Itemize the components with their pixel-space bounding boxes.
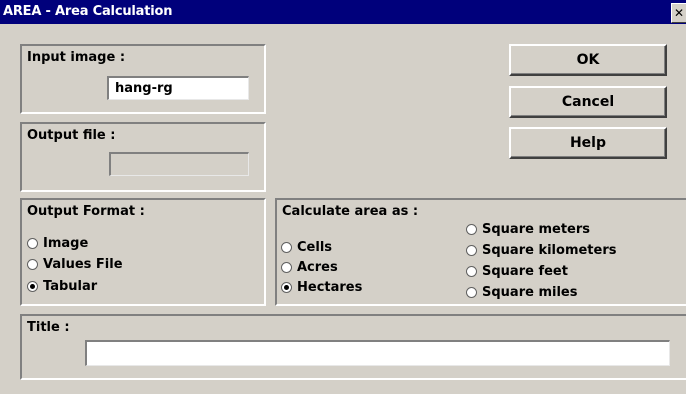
radio-image[interactable]: Image	[27, 236, 88, 251]
calculate-area-label: Calculate area as :	[282, 204, 419, 219]
radio-square-meters-label: Square meters	[482, 222, 590, 237]
radio-acres-label: Acres	[297, 260, 338, 275]
radio-tabular-label: Tabular	[43, 279, 98, 294]
radio-square-kilometers[interactable]: Square kilometers	[466, 243, 616, 258]
ok-button[interactable]: OK	[509, 44, 667, 76]
output-format-group: Output Format : Image Values File Tabula…	[20, 198, 266, 306]
radio-hectares-label: Hectares	[297, 280, 363, 295]
close-icon[interactable]: ✕	[671, 3, 686, 23]
radio-cells[interactable]: Cells	[281, 240, 332, 255]
radio-circle	[281, 242, 292, 253]
radio-square-miles-label: Square miles	[482, 285, 578, 300]
radio-square-kilometers-label: Square kilometers	[482, 243, 617, 258]
radio-circle	[27, 238, 38, 249]
radio-circle-checked	[27, 281, 38, 292]
radio-circle-checked	[281, 282, 292, 293]
window-title: AREA - Area Calculation	[3, 4, 173, 19]
radio-circle	[466, 224, 477, 235]
radio-square-miles[interactable]: Square miles	[466, 285, 577, 300]
radio-square-feet-label: Square feet	[482, 264, 568, 279]
radio-acres[interactable]: Acres	[281, 260, 338, 275]
radio-hectares[interactable]: Hectares	[281, 280, 362, 295]
radio-image-label: Image	[43, 236, 89, 251]
radio-circle	[466, 245, 477, 256]
radio-cells-label: Cells	[297, 240, 333, 255]
radio-circle	[281, 262, 292, 273]
output-file-label: Output file :	[27, 128, 116, 143]
radio-circle	[466, 266, 477, 277]
calculate-area-group: Calculate area as : Cells Acres Hectares…	[275, 198, 686, 306]
radio-tabular[interactable]: Tabular	[27, 279, 97, 294]
title-bar: AREA - Area Calculation ✕	[0, 0, 686, 24]
help-button[interactable]: Help	[509, 127, 667, 159]
radio-values-file[interactable]: Values File	[27, 257, 123, 272]
output-file-field[interactable]	[109, 152, 249, 176]
output-format-label: Output Format :	[27, 204, 145, 219]
output-file-group: Output file :	[20, 122, 266, 192]
radio-square-feet[interactable]: Square feet	[466, 264, 568, 279]
title-group: Title :	[20, 314, 686, 380]
title-field[interactable]	[85, 340, 670, 366]
input-image-group: Input image :	[20, 44, 266, 114]
cancel-button[interactable]: Cancel	[509, 86, 667, 118]
radio-square-meters[interactable]: Square meters	[466, 222, 590, 237]
radio-values-file-label: Values File	[43, 257, 123, 272]
radio-circle	[466, 287, 477, 298]
title-label: Title :	[27, 320, 70, 335]
radio-circle	[27, 259, 38, 270]
input-image-label: Input image :	[27, 50, 126, 65]
input-image-field[interactable]	[107, 76, 249, 100]
